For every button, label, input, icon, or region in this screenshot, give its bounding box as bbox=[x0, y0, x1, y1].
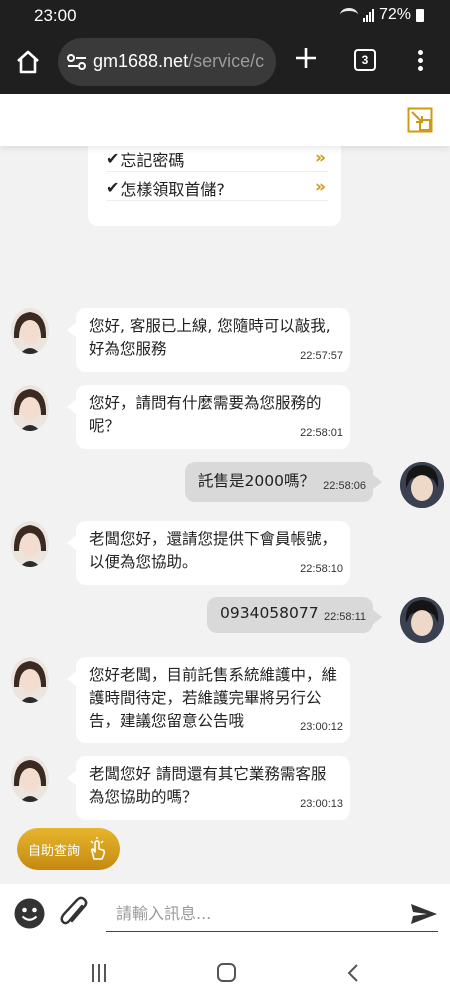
message-composer bbox=[0, 884, 450, 944]
agent-avatar bbox=[11, 385, 49, 431]
message-text: 0934058077 bbox=[220, 604, 319, 622]
status-icons: 72% bbox=[339, 6, 424, 24]
agent-avatar bbox=[11, 521, 49, 567]
address-bar[interactable]: gm1688.net/service/c bbox=[58, 38, 276, 86]
recent-apps-icon[interactable] bbox=[92, 964, 110, 982]
message-time: 22:58:10 bbox=[300, 563, 343, 575]
agent-message: 您好老闆，目前託售系統維護中，維 護時間待定，若維護完畢將另行公 告，建議您留意… bbox=[67, 657, 350, 743]
user-message: 0934058077 22:58:11 bbox=[207, 597, 382, 633]
url-path: /service/c bbox=[188, 51, 265, 71]
faq-item[interactable]: ✔ 怎樣領取首儲? » bbox=[106, 175, 328, 201]
agent-message: 老闆您好，還請您提供下會員帳號， 以便為您協助。 22:58:10 bbox=[67, 521, 350, 585]
home-icon[interactable] bbox=[14, 48, 42, 76]
system-nav-bar bbox=[0, 944, 450, 1000]
check-icon: ✔ bbox=[106, 178, 120, 197]
status-time: 23:00 bbox=[34, 6, 77, 25]
user-avatar bbox=[400, 462, 444, 508]
send-icon[interactable] bbox=[410, 903, 438, 925]
battery-percent: 72% bbox=[378, 6, 411, 23]
agent-avatar bbox=[11, 756, 49, 802]
home-nav-icon[interactable] bbox=[217, 963, 236, 982]
message-time: 22:58:06 bbox=[323, 480, 366, 492]
self-service-button[interactable]: 自助查詢 bbox=[17, 828, 120, 870]
message-time: 23:00:12 bbox=[300, 721, 343, 733]
double-chevron-icon: » bbox=[315, 148, 326, 168]
message-input[interactable] bbox=[106, 896, 438, 932]
site-settings-icon[interactable] bbox=[66, 52, 88, 72]
agent-avatar bbox=[11, 657, 49, 703]
wifi-icon bbox=[339, 8, 358, 22]
agent-avatar bbox=[11, 308, 49, 354]
agent-message: 老闆您好 請問還有其它業務需客服 為您協助的嗎？ 23:00:13 bbox=[67, 756, 350, 820]
battery-icon bbox=[416, 8, 424, 22]
faq-item[interactable]: ✔ 忘記密碼 » bbox=[106, 146, 328, 172]
user-message: 託售是2000嗎？ 22:58:06 bbox=[185, 462, 382, 502]
faq-item-label: 怎樣領取首儲? bbox=[120, 179, 225, 199]
message-text: 您好，請問有什麼需要為您服務的 呢？ bbox=[89, 394, 322, 435]
url-host: gm1688.net bbox=[93, 51, 189, 71]
message-text: 老闆您好 請問還有其它業務需客服 為您協助的嗎？ bbox=[89, 765, 327, 806]
more-menu-icon[interactable] bbox=[418, 50, 424, 72]
message-text: 您好, 客服已上線, 您隨時可以敲我, 好為您服務 bbox=[89, 317, 331, 358]
message-text: 託售是2000嗎？ bbox=[198, 472, 315, 490]
expand-window-icon[interactable] bbox=[407, 107, 433, 133]
faq-item-label: 忘記密碼 bbox=[120, 150, 185, 170]
signal-icon bbox=[362, 8, 374, 22]
attachment-icon[interactable] bbox=[60, 896, 90, 930]
message-time: 22:58:11 bbox=[323, 611, 366, 623]
tab-count-button[interactable]: 3 bbox=[354, 49, 376, 71]
message-time: 22:58:01 bbox=[300, 427, 343, 439]
emoji-icon[interactable] bbox=[14, 898, 45, 929]
user-avatar bbox=[400, 597, 444, 643]
agent-message: 您好，請問有什麼需要為您服務的 呢？ 22:58:01 bbox=[67, 385, 350, 449]
agent-message: 您好, 客服已上線, 您隨時可以敲我, 好為您服務 22:57:57 bbox=[67, 308, 350, 372]
new-tab-icon[interactable] bbox=[294, 46, 318, 70]
check-icon: ✔ bbox=[106, 149, 120, 168]
url-text[interactable]: gm1688.net/service/c bbox=[93, 51, 264, 72]
chat-header bbox=[0, 94, 450, 146]
tap-hand-icon bbox=[90, 837, 106, 860]
back-icon[interactable] bbox=[346, 963, 360, 983]
status-bar: 23:00 72% bbox=[0, 0, 450, 32]
double-chevron-icon: » bbox=[315, 177, 326, 197]
message-time: 22:57:57 bbox=[300, 350, 343, 362]
message-time: 23:00:13 bbox=[300, 798, 343, 810]
browser-toolbar: gm1688.net/service/c 3 bbox=[0, 32, 450, 94]
self-service-label: 自助查詢 bbox=[28, 843, 81, 859]
